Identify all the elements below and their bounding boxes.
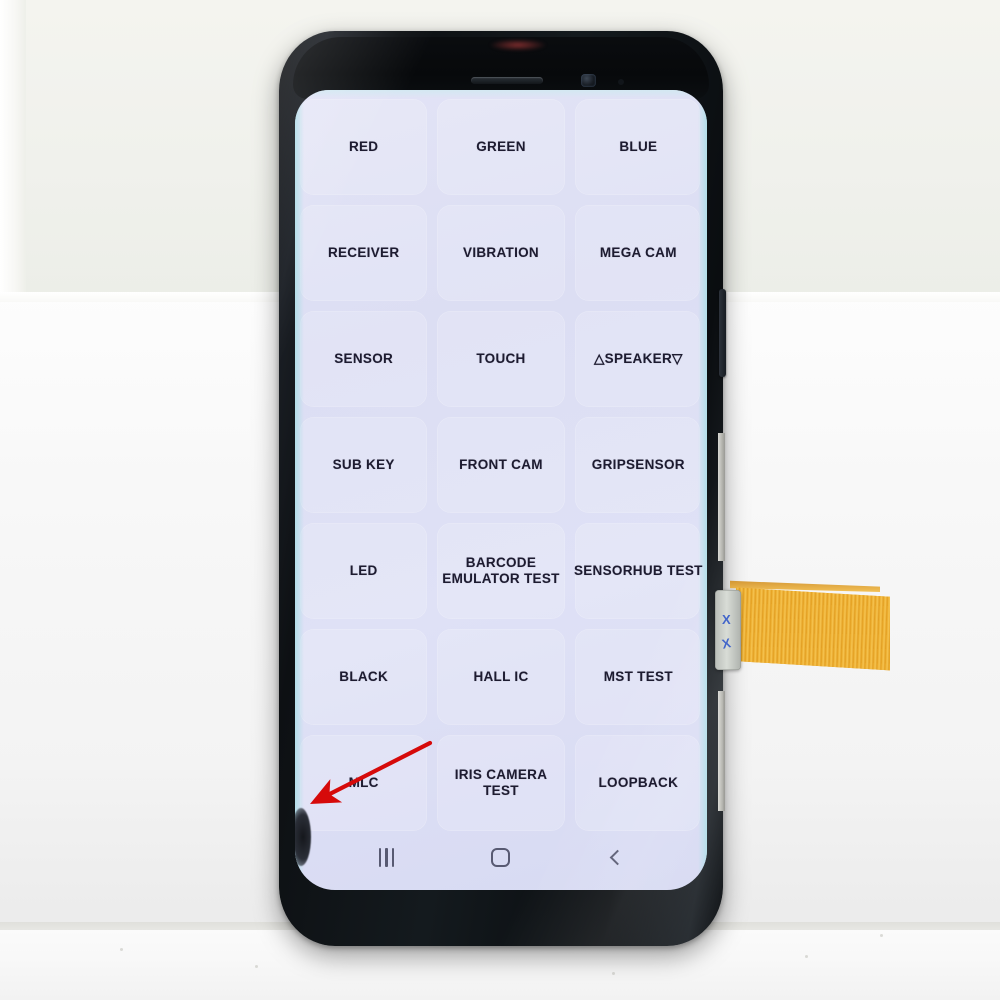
cell-label: RED [348,139,379,155]
cell-label: SENSORHUB TEST [573,563,703,579]
navigation-bar [295,834,707,890]
grid-cell-mst-test[interactable]: MST TEST [570,624,707,730]
grid-cell-iris-camera-test[interactable]: IRIS CAMERA TEST [432,730,569,836]
proximity-sensor-icon [618,79,624,85]
grid-cell-sensorhub-test[interactable]: SENSORHUB TEST [570,518,707,624]
wall-left-strip [0,0,26,300]
grid-cell-gripsensor[interactable]: GRIPSENSOR [570,412,707,518]
grid-cell-receiver[interactable]: RECEIVER [295,200,432,306]
arrow-shaft [310,740,433,805]
cell-label-line-1: IRIS CAMERA [454,767,548,783]
cell-label: BLUE [619,139,658,155]
test-mode-grid: RED GREEN BLUE RECEIVER VIBRATION MEGA C… [295,94,707,836]
photo-scene: RED GREEN BLUE RECEIVER VIBRATION MEGA C… [0,0,1000,1000]
ribbon-traces [736,587,890,671]
grid-cell-blue[interactable]: BLUE [570,94,707,200]
cell-label-line-1: BARCODE [465,555,537,571]
grid-cell-sensor[interactable]: SENSOR [295,306,432,412]
cell-label: VIBRATION [463,245,539,261]
cell-label: MST TEST [603,669,673,685]
cell-label: SENSOR [334,351,394,367]
dust-speck [255,965,258,968]
bezel-smudge [489,39,547,51]
back-icon [609,849,626,865]
frame-metal-strip [718,433,725,561]
recents-icon [378,847,394,867]
cell-label: GRIPSENSOR [591,457,685,473]
grid-cell-front-cam[interactable]: FRONT CAM [432,412,569,518]
cell-label-line-2: TEST [483,783,519,798]
cell-label: IRIS CAMERA TEST [455,767,548,798]
recents-button[interactable] [363,841,409,873]
frame-metal-strip [718,691,725,811]
grid-cell-hall-ic[interactable]: HALL IC [432,624,569,730]
dust-speck [120,948,123,951]
dust-speck [805,955,808,958]
cell-label: LED [349,563,378,579]
connector-mark: X [720,635,733,652]
grid-cell-red[interactable]: RED [295,94,432,200]
dust-speck [880,934,883,937]
cell-label: GREEN [476,139,526,155]
grid-cell-sub-key[interactable]: SUB KEY [295,412,432,518]
grid-cell-touch[interactable]: TOUCH [432,306,569,412]
display-flex-ribbon-cable: X X [712,572,902,682]
cell-label: MEGA CAM [599,245,677,261]
grid-cell-loopback[interactable]: LOOPBACK [570,730,707,836]
grid-cell-mega-cam[interactable]: MEGA CAM [570,200,707,306]
grid-cell-black[interactable]: BLACK [295,624,432,730]
cell-label: LOOPBACK [598,775,679,791]
grid-cell-speaker[interactable]: △SPEAKER▽ [570,306,707,412]
ribbon-connector: X X [715,590,741,670]
power-button[interactable] [719,289,726,377]
connector-mark: X [722,612,731,627]
grid-cell-vibration[interactable]: VIBRATION [432,200,569,306]
cell-label: TOUCH [476,351,526,367]
front-camera-icon [581,74,596,87]
cell-label: BARCODE EMULATOR TEST [442,555,559,586]
cell-label: FRONT CAM [459,457,543,473]
home-button[interactable] [478,841,524,873]
cell-label: SUB KEY [332,457,395,473]
cell-label: △SPEAKER▽ [593,351,683,367]
red-arrow-annotation [310,740,433,805]
cell-label: HALL IC [473,669,529,685]
cell-label-line-2: EMULATOR TEST [442,571,560,586]
home-icon [491,847,511,867]
cell-label: RECEIVER [327,245,400,261]
earpiece-speaker-icon [471,77,543,84]
grid-cell-green[interactable]: GREEN [432,94,569,200]
grid-cell-barcode-emulator-test[interactable]: BARCODE EMULATOR TEST [432,518,569,624]
back-button[interactable] [593,841,639,873]
grid-cell-led[interactable]: LED [295,518,432,624]
cell-label: BLACK [339,669,389,685]
dust-speck [612,972,615,975]
